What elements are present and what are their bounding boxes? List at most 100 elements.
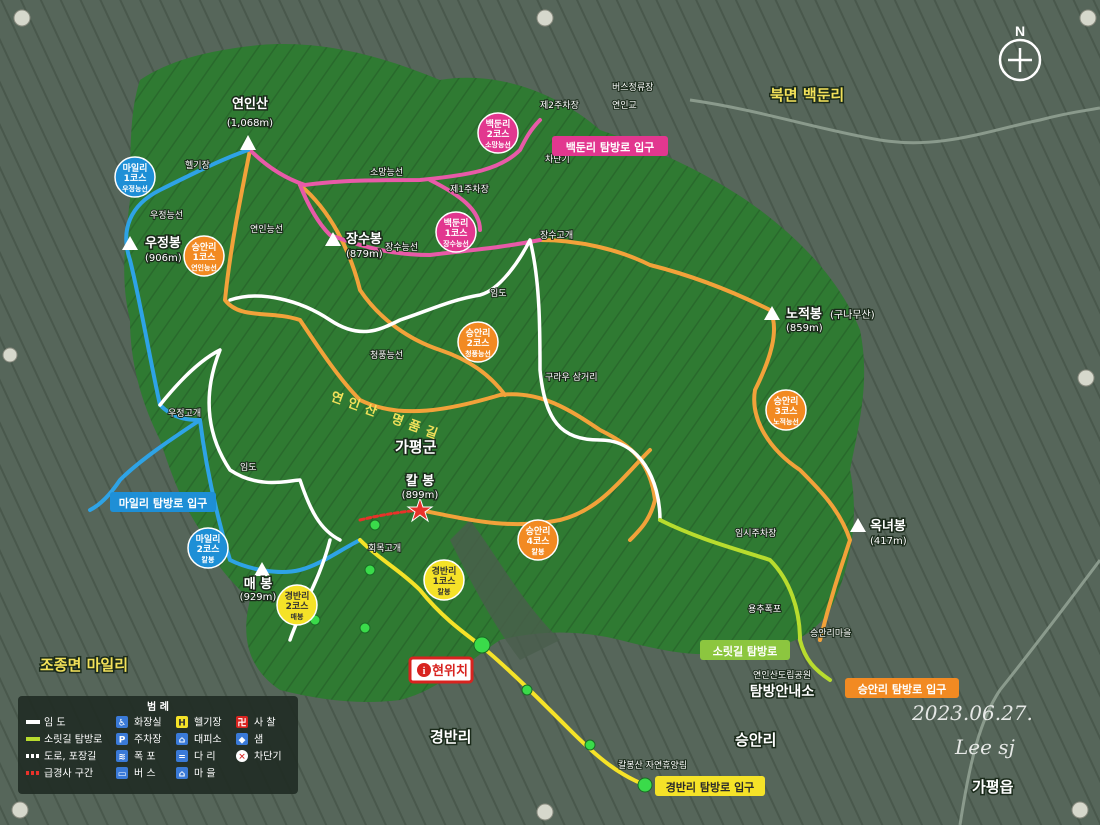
course-badge-mail2: 마일리2코스칼봉 (187, 527, 229, 569)
course-badge-line: 칼봉 (202, 555, 215, 564)
place-kuraru: 구라우 삼거리 (545, 372, 598, 383)
svg-text:▭: ▭ (118, 770, 127, 780)
current-location: i 현위치 (408, 656, 474, 684)
course-badge-line: 칼봉 (532, 547, 545, 556)
peak-ujeong-height: (906m) (145, 253, 182, 264)
course-badge-baekdun2: 백둔리2코스소망능선 (477, 112, 519, 154)
course-badge-line: 2코스 (286, 601, 310, 612)
legend-label: 임 도 (44, 716, 66, 729)
course-badge-line: 승안리 (466, 327, 491, 339)
entrance-mail-label: 마일리 탐방로 입구 (119, 496, 208, 510)
photo-author-stamp: Lee sj (954, 735, 1015, 759)
entrance-seungan-label: 승안리 탐방로 입구 (858, 682, 947, 696)
legend-label: 버 스 (134, 768, 156, 780)
legend-item-waterfall: ≋ 폭 포 (116, 750, 156, 763)
entrance-gyeongban: 경반리 탐방로 입구 (655, 776, 765, 796)
course-badge-mail1: 마일리1코스우정능선 (114, 156, 156, 198)
legend-label: 차단기 (254, 751, 282, 763)
svg-text:i: i (423, 666, 426, 677)
entrance-mail: 마일리 탐방로 입구 (110, 492, 216, 512)
course-badge-line: 2코스 (197, 544, 221, 555)
peak-ujeong-name: 우정봉 (145, 235, 181, 251)
entrance-seungan: 승안리 탐방로 입구 (845, 678, 959, 698)
legend-item-temple: 卍사 찰 (236, 716, 276, 729)
place-imdo-2: 임도 (240, 461, 257, 473)
entrance-gyeongban-label: 경반리 탐방로 입구 (666, 780, 755, 794)
entrance-sorit-label: 소릿길 탐방로 (713, 644, 778, 658)
place-ujeong-pass: 우정고개 (168, 408, 201, 419)
peak-nojeok-height: (859m) (786, 323, 823, 334)
svg-text:♿: ♿ (118, 719, 126, 729)
peak-jangsu-name: 장수봉 (346, 231, 382, 247)
legend-item-bridge: = 다 리 (176, 750, 216, 763)
svg-text:⌂: ⌂ (179, 736, 186, 746)
svg-text:⌂: ⌂ (179, 770, 186, 780)
place-hoemok-pass: 회목고개 (368, 543, 401, 554)
place-jangsu-pass: 장수고개 (540, 230, 573, 241)
course-badge-seungan2: 승안리2코스청풍능선 (457, 321, 499, 363)
course-badge-line: 3코스 (775, 406, 799, 417)
place-imdo-1: 임도 (490, 287, 507, 299)
course-badge-line: 마일리 (123, 162, 148, 174)
peak-nojeok-name: 노적봉 (786, 306, 822, 322)
legend-label: 폭 포 (134, 751, 156, 763)
peak-yeonin-name: 연인산 (232, 96, 268, 112)
legend: 범 례 임 도소릿길 탐방로도로, 포장길급경사 구간 ♿ 화장실 P 주차장 ≋ 폭 포 ▭… (18, 696, 298, 794)
legend-item-gate: ✕ 차단기 (236, 750, 282, 763)
course-badge-line: 우정능선 (122, 184, 148, 193)
svg-text:H: H (178, 719, 186, 729)
entrance-baekdun-label: 백둔리 탐방로 입구 (566, 140, 655, 154)
course-badge-seungan4: 승안리4코스칼봉 (517, 519, 559, 561)
course-badge-seungan3: 승안리3코스노적능선 (765, 389, 807, 431)
legend-item-heli: H 헬기장 (176, 716, 222, 729)
place-seunganri-village: 승안리마을 (810, 628, 851, 639)
course-badge-line: 4코스 (527, 536, 551, 547)
course-badge-line: 2코스 (467, 338, 491, 349)
svg-text:✕: ✕ (238, 753, 246, 763)
svg-text:=: = (178, 753, 186, 763)
legend-label: 샘 (254, 734, 263, 746)
place-gyeongbanri-lodge: 칼봉산 자연휴양림 (618, 759, 687, 771)
visitor-center-top: 연인산도립공원 (753, 670, 811, 681)
course-badge-line: 2코스 (487, 129, 511, 140)
legend-item-parking: P 주차장 (116, 733, 162, 746)
course-badge-line: 1코스 (193, 252, 217, 263)
region-seunganri: 승안리 (735, 731, 776, 749)
peak-yeonin-height: (1,068m) (227, 118, 273, 129)
peak-nojeok-alt: (구나무산) (830, 309, 875, 321)
legend-title: 범 례 (147, 700, 169, 713)
place-lot2: 제2주차장 (540, 99, 579, 111)
course-badge-gyeongban1: 경반리1코스칼봉 (423, 559, 465, 601)
course-badge-line: 마일리 (196, 533, 221, 545)
course-badge-line: 백둔리 (486, 118, 511, 130)
compass-north-label: N (1015, 23, 1025, 39)
region-bukmyeon: 북면 백둔리 (770, 86, 844, 104)
course-badge-baekdun1: 백둔리1코스장수능선 (435, 211, 477, 253)
course-badge-line: 경반리 (432, 565, 457, 577)
legend-item-village: ⌂ 마 을 (176, 767, 216, 780)
entrance-baekdun: 백둔리 탐방로 입구 (552, 136, 668, 156)
peak-mae-height: (929m) (240, 592, 277, 603)
place-waterfall: 용추폭포 (748, 604, 781, 615)
legend-label: 마 을 (194, 768, 216, 780)
course-badge-line: 승안리 (774, 395, 799, 407)
visitor-center: 연인산도립공원 탐방안내소 (748, 669, 816, 702)
legend-label: 헬기장 (194, 717, 222, 729)
legend-label: 급경사 구간 (44, 767, 93, 780)
legend-label: 대피소 (194, 734, 222, 746)
region-gyeongbanri: 경반리 (430, 728, 471, 746)
place-bus-terminal: 버스정류장 (612, 82, 653, 93)
place-cheongpung-ridge: 청풍능선 (370, 350, 403, 361)
svg-text:◆: ◆ (239, 736, 246, 746)
course-badge-seungan1: 승안리1코스연인능선 (183, 235, 225, 277)
peak-okneo-height: (417m) (870, 536, 907, 547)
course-badge-line: 백둔리 (444, 217, 469, 229)
region-gapyeongeup: 가평읍 (972, 778, 1014, 796)
course-badge-line: 장수능선 (443, 239, 469, 248)
place-jangsu-ridge: 장수능선 (385, 242, 418, 253)
course-badge-line: 노적능선 (773, 417, 799, 426)
legend-item-bus: ▭ 버 스 (116, 767, 156, 780)
svg-text:P: P (119, 736, 126, 746)
trail-map: N 연인산 (1,068m) 우정봉 (906m) 장수봉 (879m) 노적봉… (0, 0, 1100, 825)
place-lot1: 제1주차장 (450, 183, 489, 195)
